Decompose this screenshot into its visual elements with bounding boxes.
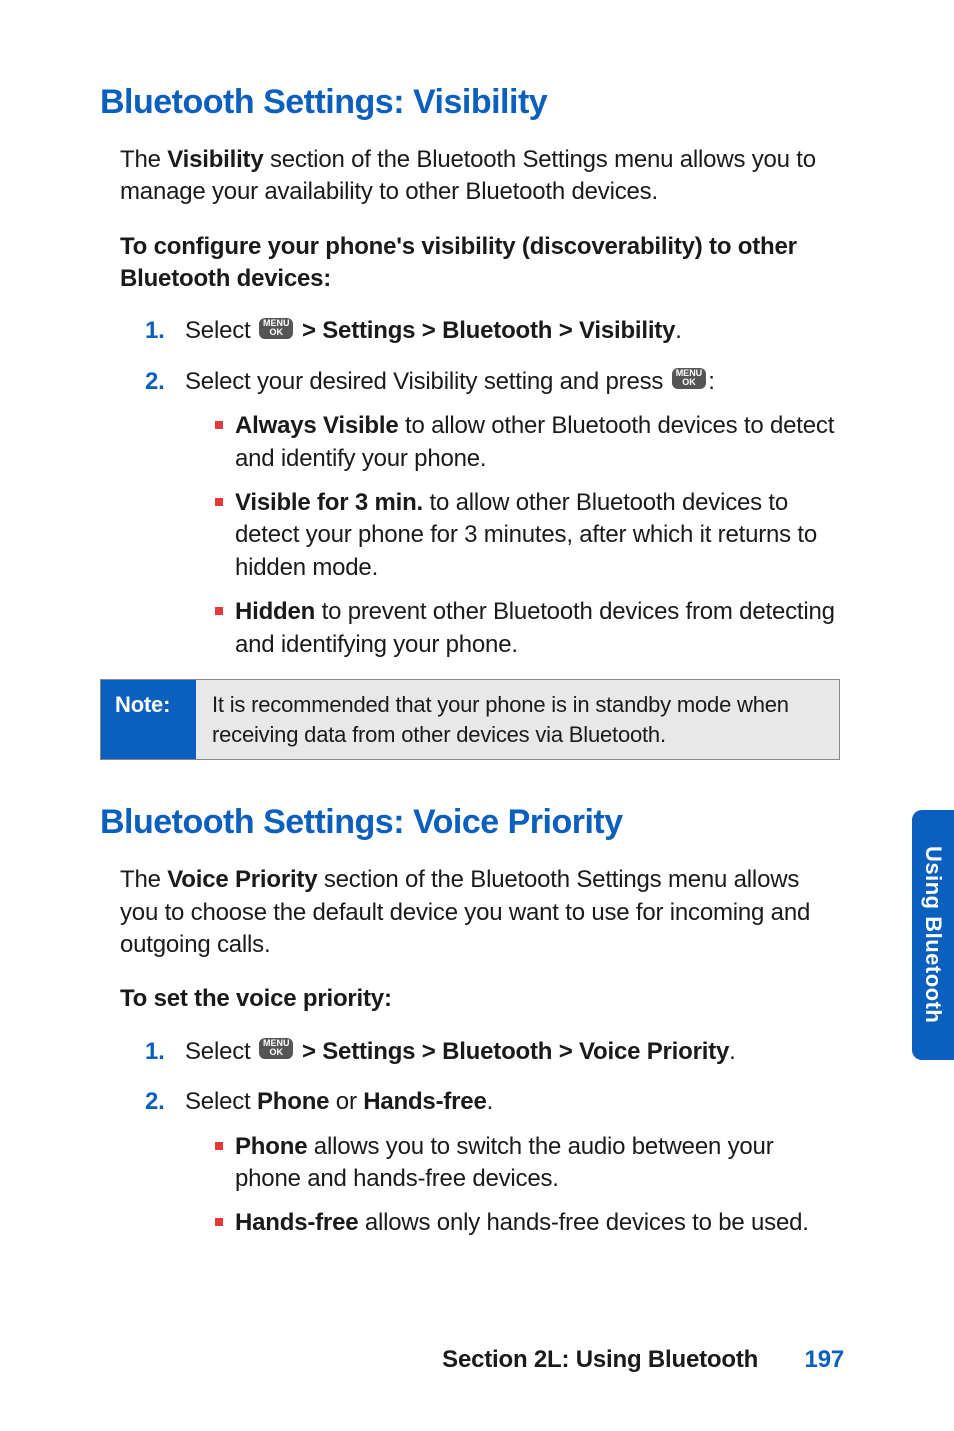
steps-voice-priority: 1. Select MENUOK > Settings > Bluetooth … bbox=[100, 1036, 840, 1240]
list-item: Hidden to prevent other Bluetooth device… bbox=[215, 596, 840, 661]
visibility-options: Always Visible to allow other Bluetooth … bbox=[215, 410, 840, 661]
side-tab: Using Bluetooth bbox=[912, 810, 954, 1060]
menu-ok-icon: MENUOK bbox=[672, 368, 707, 389]
subhead-voice-priority: To set the voice priority: bbox=[100, 983, 840, 1015]
footer-page-number: 197 bbox=[805, 1346, 844, 1373]
step-number: 1. bbox=[145, 315, 165, 347]
note-box: Note: It is recommended that your phone … bbox=[100, 679, 840, 760]
side-tab-label: Using Bluetooth bbox=[918, 846, 948, 1023]
list-item: Visible for 3 min. to allow other Blueto… bbox=[215, 487, 840, 584]
intro-visibility: The Visibility section of the Bluetooth … bbox=[100, 144, 840, 209]
steps-visibility: 1. Select MENUOK > Settings > Bluetooth … bbox=[100, 315, 840, 661]
page-content: Bluetooth Settings: Visibility The Visib… bbox=[100, 80, 840, 1258]
step-number: 2. bbox=[145, 1086, 165, 1118]
note-label: Note: bbox=[101, 680, 196, 759]
list-item: Phone allows you to switch the audio bet… bbox=[215, 1131, 840, 1196]
heading-visibility: Bluetooth Settings: Visibility bbox=[100, 80, 840, 126]
step-number: 1. bbox=[145, 1036, 165, 1068]
footer-section: Section 2L: Using Bluetooth bbox=[442, 1346, 758, 1373]
step-1: 1. Select MENUOK > Settings > Bluetooth … bbox=[145, 1036, 840, 1068]
list-item: Hands-free allows only hands-free device… bbox=[215, 1207, 840, 1239]
list-item: Always Visible to allow other Bluetooth … bbox=[215, 410, 840, 475]
voice-priority-options: Phone allows you to switch the audio bet… bbox=[215, 1131, 840, 1240]
page-footer: Section 2L: Using Bluetooth 197 bbox=[442, 1344, 844, 1376]
note-content: It is recommended that your phone is in … bbox=[196, 680, 839, 759]
step-2: 2. Select your desired Visibility settin… bbox=[145, 366, 840, 661]
subhead-visibility: To configure your phone's visibility (di… bbox=[100, 231, 840, 296]
intro-voice-priority: The Voice Priority section of the Blueto… bbox=[100, 864, 840, 961]
menu-ok-icon: MENUOK bbox=[259, 318, 294, 339]
step-1: 1. Select MENUOK > Settings > Bluetooth … bbox=[145, 315, 840, 347]
menu-ok-icon: MENUOK bbox=[259, 1038, 294, 1059]
step-2: 2. Select Phone or Hands-free. Phone all… bbox=[145, 1086, 840, 1240]
heading-voice-priority: Bluetooth Settings: Voice Priority bbox=[100, 800, 840, 846]
step-number: 2. bbox=[145, 366, 165, 398]
